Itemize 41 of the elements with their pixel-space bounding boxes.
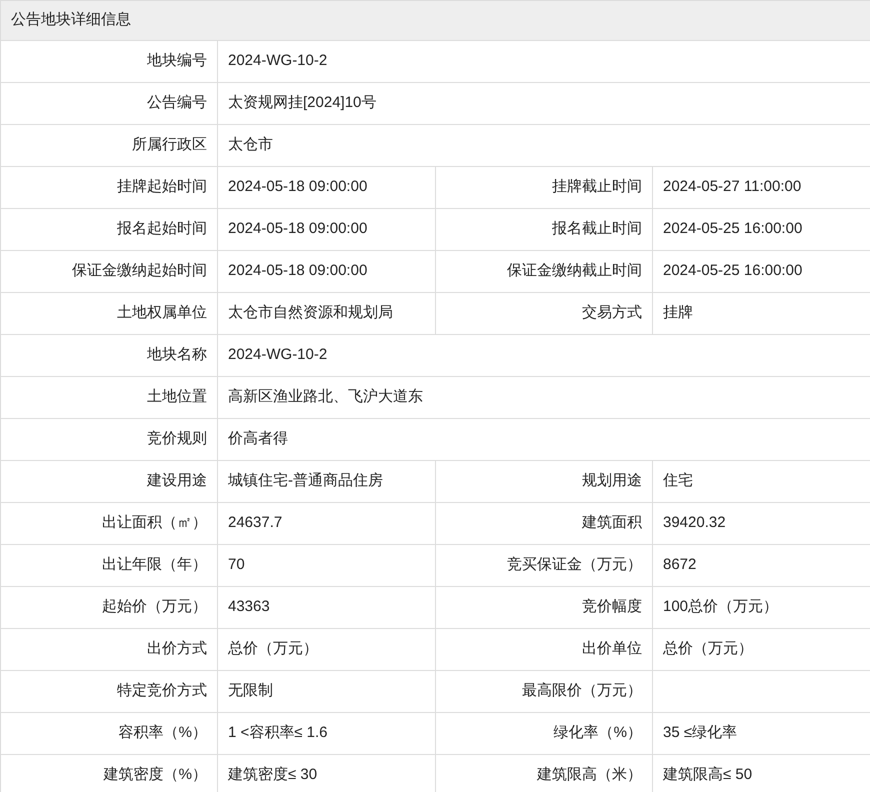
- field-value: 2024-05-18 09:00:00: [218, 208, 436, 250]
- field-label: 挂牌起始时间: [0, 166, 218, 208]
- field-label: 地块名称: [0, 334, 218, 376]
- field-label: 报名截止时间: [436, 208, 652, 250]
- field-value: 24637.7: [218, 502, 436, 544]
- field-label: 最高限价（万元）: [436, 670, 652, 712]
- field-label: 公告编号: [0, 82, 218, 124]
- field-value: 城镇住宅-普通商品住房: [218, 460, 436, 502]
- field-label: 绿化率（%）: [436, 712, 652, 754]
- field-label: 土地权属单位: [0, 292, 218, 334]
- field-label: 竞价幅度: [436, 586, 652, 628]
- field-value: 太仓市自然资源和规划局: [218, 292, 436, 334]
- field-label: 容积率（%）: [0, 712, 218, 754]
- field-label: 所属行政区: [0, 124, 218, 166]
- field-label: 土地位置: [0, 376, 218, 418]
- field-label: 起始价（万元）: [0, 586, 218, 628]
- field-label: 交易方式: [436, 292, 652, 334]
- field-label: 竞买保证金（万元）: [436, 544, 652, 586]
- field-label: 报名起始时间: [0, 208, 218, 250]
- field-value: 70: [218, 544, 436, 586]
- field-label: 特定竞价方式: [0, 670, 218, 712]
- field-label: 出价方式: [0, 628, 218, 670]
- field-label: 规划用途: [436, 460, 652, 502]
- field-value: 1 <容积率≤ 1.6: [218, 712, 436, 754]
- field-value: 无限制: [218, 670, 436, 712]
- field-label: 保证金缴纳起始时间: [0, 250, 218, 292]
- field-value: 2024-05-18 09:00:00: [218, 250, 436, 292]
- field-label: 建设用途: [0, 460, 218, 502]
- field-label: 出让年限（年）: [0, 544, 218, 586]
- field-label: 建筑密度（%）: [0, 754, 218, 792]
- table-title: 公告地块详细信息: [0, 0, 870, 40]
- field-label: 出价单位: [436, 628, 652, 670]
- field-value: 43363: [218, 586, 436, 628]
- field-value: 总价（万元）: [218, 628, 436, 670]
- field-label: 地块编号: [0, 40, 218, 82]
- field-value: 2024-05-18 09:00:00: [218, 166, 436, 208]
- field-label: 建筑面积: [436, 502, 652, 544]
- field-label: 保证金缴纳截止时间: [436, 250, 652, 292]
- field-label: 出让面积（㎡）: [0, 502, 218, 544]
- field-label: 挂牌截止时间: [436, 166, 652, 208]
- field-label: 竞价规则: [0, 418, 218, 460]
